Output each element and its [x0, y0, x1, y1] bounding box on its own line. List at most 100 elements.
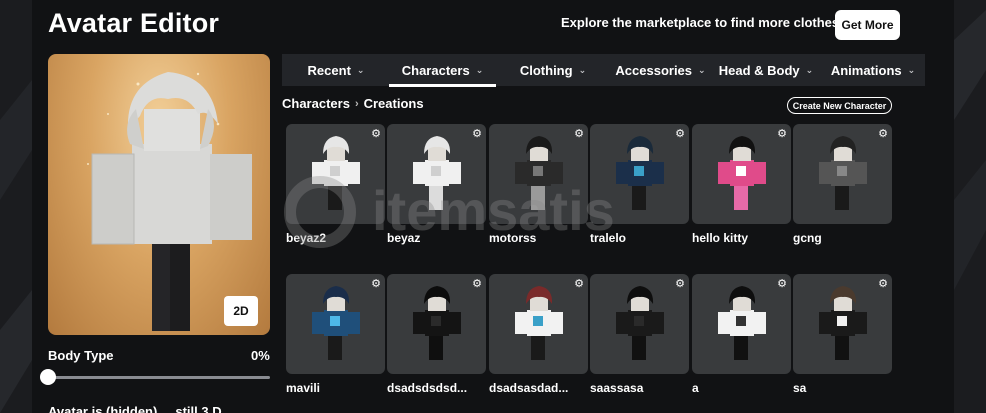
shirt-graphic	[634, 166, 644, 176]
tab-characters[interactable]: Characters ⌄	[389, 54, 496, 87]
tab-clothing[interactable]: Clothing ⌄	[507, 54, 599, 86]
character-card[interactable]: ⚙	[590, 274, 689, 374]
gear-icon[interactable]: ⚙	[878, 277, 888, 290]
left-arm	[515, 312, 527, 334]
character-card[interactable]: ⚙	[286, 274, 385, 374]
chevron-down-icon: ⌄	[578, 64, 587, 75]
left-arm	[515, 162, 527, 184]
gear-icon[interactable]: ⚙	[878, 127, 888, 140]
create-new-character-button[interactable]: Create New Character	[787, 97, 892, 114]
right-arm	[855, 312, 867, 334]
gear-icon[interactable]: ⚙	[574, 127, 584, 140]
character-card[interactable]: ⚙	[692, 124, 791, 224]
tab-label: Head & Body	[718, 62, 800, 78]
shirt-graphic	[533, 316, 543, 326]
character-name: tralelo	[590, 231, 627, 245]
breadcrumb-root[interactable]: Characters	[282, 96, 350, 111]
shirt-graphic	[736, 166, 746, 176]
character-name: gcng	[793, 231, 822, 245]
head	[631, 296, 649, 311]
head	[733, 146, 751, 161]
get-more-button[interactable]: Get More	[835, 10, 900, 40]
shirt-graphic	[837, 316, 847, 326]
left-arm	[718, 312, 730, 334]
right-arm	[754, 162, 766, 184]
head	[733, 296, 751, 311]
tab-label: Accessories	[615, 62, 693, 78]
gear-icon[interactable]: ⚙	[574, 277, 584, 290]
toggle-2d-button[interactable]: 2D	[224, 296, 258, 326]
head	[631, 146, 649, 161]
gear-icon[interactable]: ⚙	[371, 277, 381, 290]
character-name: dsadsasdad...	[489, 381, 569, 395]
tab-label: Characters	[401, 62, 470, 78]
shirt-graphic	[533, 166, 543, 176]
shirt-graphic	[837, 166, 847, 176]
gear-icon[interactable]: ⚙	[675, 277, 685, 290]
body-type-slider-track[interactable]	[48, 376, 270, 379]
character-card[interactable]: ⚙	[286, 124, 385, 224]
tab-animations[interactable]: Animations ⌄	[825, 54, 921, 86]
character-name: mavili	[286, 381, 321, 395]
chevron-right-icon: ›	[354, 97, 359, 110]
right-arm	[551, 162, 563, 184]
gear-icon[interactable]: ⚙	[675, 127, 685, 140]
shirt-graphic	[330, 316, 340, 326]
right-arm	[449, 312, 461, 334]
chevron-down-icon: ⌄	[805, 64, 814, 75]
shirt-graphic	[330, 166, 340, 176]
breadcrumb: Characters › Creations	[282, 96, 424, 111]
character-card[interactable]: ⚙	[793, 274, 892, 374]
body-type-value: 0%	[251, 348, 270, 363]
right-arm	[652, 312, 664, 334]
character-card[interactable]: ⚙	[387, 274, 486, 374]
left-arm	[616, 312, 628, 334]
right-arm	[551, 312, 563, 334]
tab-label: Recent	[307, 62, 351, 78]
left-arm	[616, 162, 628, 184]
body-type-slider-thumb[interactable]	[40, 369, 56, 385]
gear-icon[interactable]: ⚙	[472, 127, 482, 140]
gear-icon[interactable]: ⚙	[777, 277, 787, 290]
character-name: motorss	[489, 231, 537, 245]
chevron-down-icon: ⌄	[698, 64, 706, 75]
gear-icon[interactable]: ⚙	[472, 277, 482, 290]
character-card[interactable]: ⚙	[692, 274, 791, 374]
category-tabs: Recent ⌄ Characters ⌄ Clothing ⌄ Accessorie…	[282, 54, 925, 87]
chevron-down-icon: ⌄	[356, 64, 365, 75]
shirt-graphic	[431, 166, 441, 176]
left-arm	[819, 162, 831, 184]
character-card[interactable]: ⚙	[590, 124, 689, 224]
gear-icon[interactable]: ⚙	[371, 127, 381, 140]
head	[530, 146, 548, 161]
tab-accessories[interactable]: Accessories ⌄	[609, 54, 712, 86]
avatar-preview[interactable]	[48, 54, 270, 335]
tab-head-body[interactable]: Head & Body ⌄	[714, 54, 818, 86]
left-arm	[718, 162, 730, 184]
head	[327, 146, 345, 161]
character-card[interactable]: ⚙	[489, 124, 588, 224]
character-card[interactable]: ⚙	[489, 274, 588, 374]
character-card[interactable]: ⚙	[387, 124, 486, 224]
character-card[interactable]: ⚙	[793, 124, 892, 224]
head	[834, 296, 852, 311]
shirt-graphic	[736, 316, 746, 326]
character-name: a	[692, 381, 699, 395]
left-arm	[312, 162, 324, 184]
shirt-graphic	[431, 316, 441, 326]
tab-recent[interactable]: Recent ⌄	[294, 54, 378, 86]
body-type-label: Body Type	[48, 348, 114, 363]
right-arm	[348, 312, 360, 334]
left-arm	[413, 162, 425, 184]
footer-text: Avatar is (hidden) ... still 3 D ...	[48, 404, 237, 413]
right-arm	[754, 312, 766, 334]
head	[428, 296, 446, 311]
tab-label: Clothing	[519, 62, 573, 78]
head	[327, 296, 345, 311]
character-name: saassasa	[590, 381, 644, 395]
gear-icon[interactable]: ⚙	[777, 127, 787, 140]
head	[834, 146, 852, 161]
marketplace-promo-text: Explore the marketplace to find more clo…	[561, 15, 844, 30]
chevron-down-icon: ⌄	[907, 64, 916, 75]
character-name: dsadsdsdsd...	[387, 381, 468, 395]
